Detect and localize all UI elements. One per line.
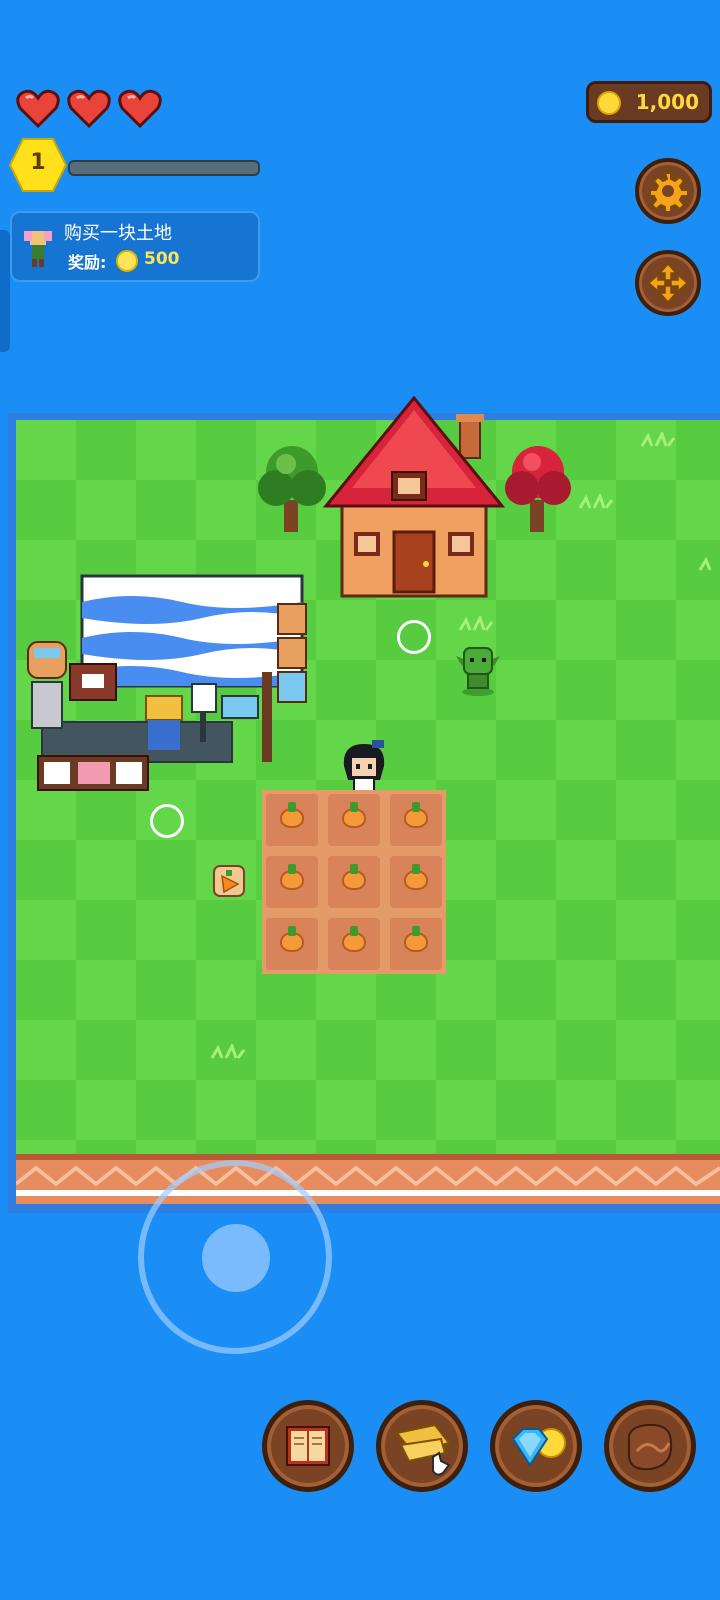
joystick-knob[interactable] (202, 1224, 270, 1292)
crop-tile[interactable] (390, 856, 442, 908)
quest-character-icon (24, 231, 52, 267)
quest-panel[interactable]: 购买一块土地 奖励: 500 (10, 211, 260, 282)
book-icon (286, 1426, 330, 1466)
interaction-marker[interactable] (150, 804, 184, 838)
crop-tile[interactable] (328, 856, 380, 908)
map-button[interactable] (376, 1400, 468, 1492)
quest-title: 购买一块土地 (64, 223, 172, 244)
coin-icon (116, 250, 138, 272)
crop-tile[interactable] (266, 918, 318, 970)
crop-tile[interactable] (266, 794, 318, 846)
coin-amount: 1,000 (635, 90, 699, 114)
gear-icon (649, 172, 688, 211)
inventory-button[interactable] (604, 1400, 696, 1492)
move-arrows-icon (648, 263, 688, 303)
market-stall[interactable] (22, 572, 318, 808)
grass-tuft (698, 556, 712, 571)
goblin-npc[interactable] (452, 642, 504, 698)
leather-bag-icon (627, 1423, 673, 1471)
xp-progress-bar (68, 160, 260, 176)
crop-tile[interactable] (328, 794, 380, 846)
grass-tuft (640, 432, 676, 447)
quest-reward-value: 500 (144, 249, 180, 269)
farmhouse[interactable] (322, 396, 506, 600)
coin-counter[interactable]: 1,000 (586, 81, 712, 123)
crop-tile[interactable] (390, 794, 442, 846)
crop-tile[interactable] (390, 918, 442, 970)
side-drawer-tab[interactable] (0, 230, 10, 352)
carrot-seed-icon[interactable] (212, 864, 246, 898)
gem-coin-icon (511, 1428, 566, 1467)
settings-button[interactable] (635, 158, 701, 224)
farm-plot[interactable] (262, 790, 446, 974)
grass-tuft (458, 616, 494, 631)
heart-icon (118, 89, 162, 128)
shop-button[interactable] (490, 1400, 582, 1492)
move-mode-button[interactable] (635, 250, 701, 316)
grass-tuft (210, 1044, 246, 1059)
heart-icon (67, 89, 111, 128)
level-number: 1 (30, 150, 46, 175)
crop-tile[interactable] (266, 856, 318, 908)
quest-reward-label: 奖励: (68, 253, 107, 272)
grass-tuft (578, 494, 614, 509)
journal-button[interactable] (262, 1400, 354, 1492)
crop-tile[interactable] (328, 918, 380, 970)
map-scroll-icon (395, 1423, 451, 1476)
cliff-pattern (16, 1165, 720, 1196)
heart-icon (16, 89, 60, 128)
green-tree (258, 446, 326, 532)
red-tree (505, 446, 571, 532)
interaction-marker[interactable] (397, 620, 431, 654)
coin-icon (597, 91, 621, 115)
